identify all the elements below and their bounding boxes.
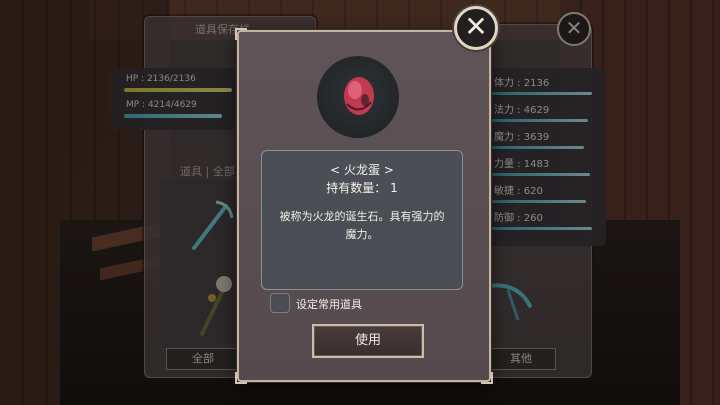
favorite-checkbox[interactable] xyxy=(270,293,290,313)
dialog-corner xyxy=(235,372,247,384)
item-description-box: < 火龙蛋 > 持有数量： 1 被称为火龙的诞生石。具有强力的魔力。 xyxy=(261,150,463,290)
favorite-label[interactable]: 设定常用道具 xyxy=(296,296,362,312)
fire-dragon-egg-icon xyxy=(344,77,374,115)
item-description: 被称为火龙的诞生石。具有强力的魔力。 xyxy=(279,210,445,241)
dialog-corner xyxy=(481,372,493,384)
close-icon[interactable]: ✕ xyxy=(454,6,498,50)
item-name: < 火龙蛋 > xyxy=(330,163,394,177)
dialog-corner xyxy=(235,28,247,40)
use-button[interactable]: 使用 xyxy=(312,324,424,358)
item-image-frame xyxy=(317,56,399,138)
item-count: 持有数量： 1 xyxy=(326,181,398,195)
